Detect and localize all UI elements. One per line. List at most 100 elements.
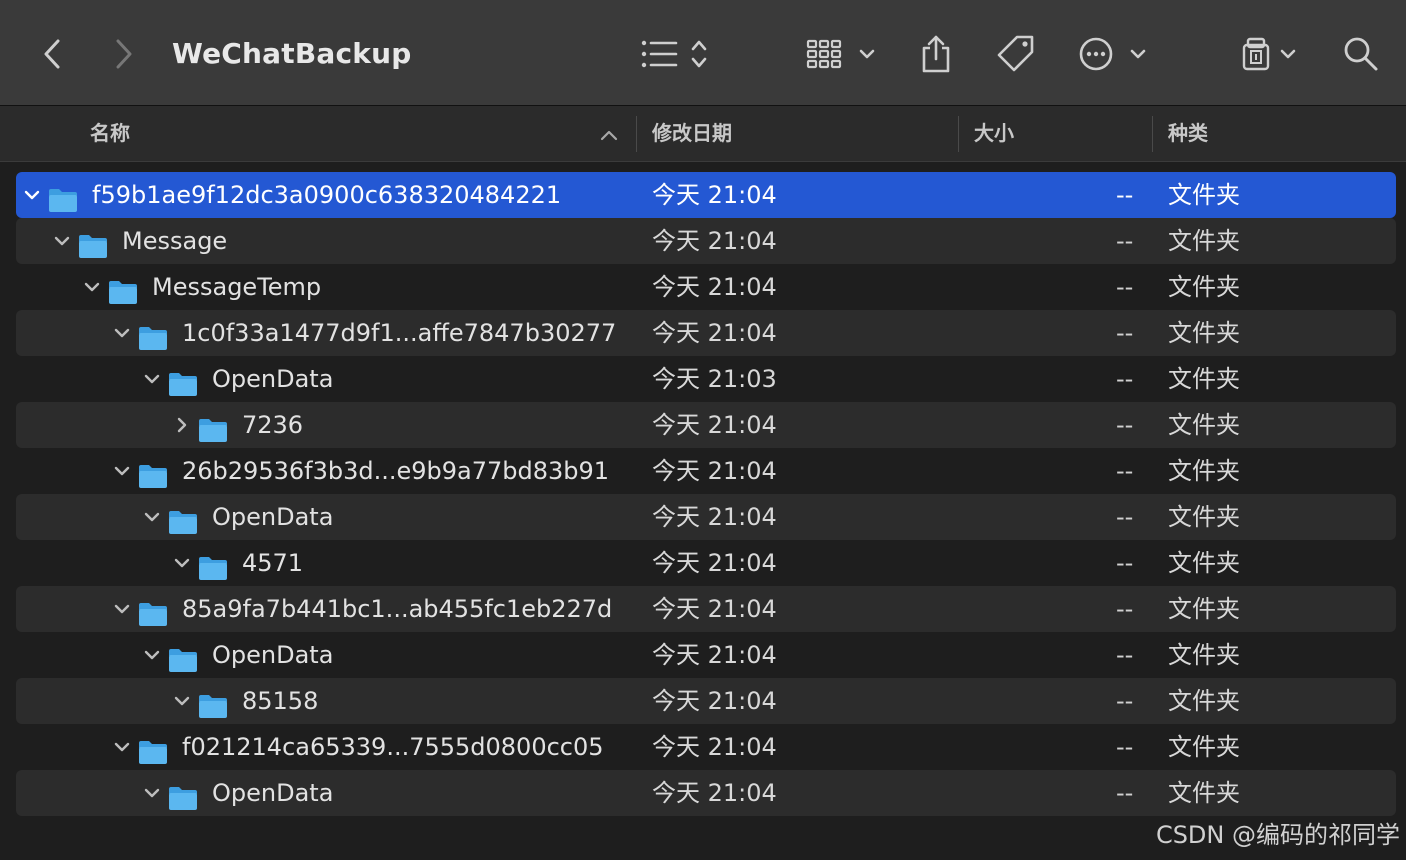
chevron-left-icon (44, 39, 60, 69)
file-kind: 文件夹 (1168, 595, 1240, 623)
disclosure-collapsed-icon[interactable] (172, 402, 192, 448)
column-kind-header[interactable]: 种类 (1168, 106, 1208, 162)
share-icon (922, 35, 950, 73)
folder-icon (198, 688, 228, 718)
table-row[interactable]: 7236 今天 21:04 -- 文件夹 (16, 402, 1396, 448)
disclosure-expanded-icon[interactable] (142, 356, 162, 402)
disclosure-expanded-icon[interactable] (142, 632, 162, 678)
disclosure-expanded-icon[interactable] (172, 678, 192, 724)
file-size: -- (1116, 319, 1134, 347)
forward-button[interactable] (106, 26, 142, 82)
modified-date: 今天 21:04 (652, 595, 777, 623)
share-button[interactable] (912, 26, 960, 82)
modified-date: 今天 21:04 (652, 641, 777, 669)
file-kind: 文件夹 (1168, 733, 1240, 761)
disclosure-expanded-icon[interactable] (142, 770, 162, 816)
file-name: 1c0f33a1477d9f1...affe7847b30277 (182, 319, 617, 347)
file-name: f59b1ae9f12dc3a0900c638320484221 (92, 181, 562, 209)
table-row[interactable]: Message 今天 21:04 -- 文件夹 (16, 218, 1396, 264)
folder-icon (138, 320, 168, 350)
disclosure-expanded-icon[interactable] (52, 218, 72, 264)
watermark: CSDN @编码的祁同学 (1155, 821, 1400, 849)
sort-ascending-icon[interactable] (600, 124, 618, 144)
folder-icon (168, 366, 198, 396)
table-row[interactable]: f59b1ae9f12dc3a0900c638320484221 今天 21:04… (16, 172, 1396, 218)
folder-icon (48, 182, 78, 212)
table-row[interactable]: OpenData 今天 21:04 -- 文件夹 (16, 770, 1396, 816)
modified-date: 今天 21:04 (652, 457, 777, 485)
table-row[interactable]: MessageTemp 今天 21:04 -- 文件夹 (16, 264, 1396, 310)
drive-button[interactable] (1236, 26, 1302, 82)
file-kind: 文件夹 (1168, 641, 1240, 669)
file-size: -- (1116, 457, 1134, 485)
table-row[interactable]: 26b29536f3b3d...e9b9a77bd83b91 今天 21:04 --… (16, 448, 1396, 494)
table-row[interactable]: 85a9fa7b441bc1...ab455fc1eb227d 今天 21:04 -… (16, 586, 1396, 632)
folder-icon (138, 458, 168, 488)
file-name: OpenData (212, 779, 334, 807)
table-row[interactable]: OpenData 今天 21:04 -- 文件夹 (16, 632, 1396, 678)
folder-icon (198, 550, 228, 580)
disclosure-expanded-icon[interactable] (82, 264, 102, 310)
column-divider[interactable] (1152, 116, 1153, 152)
table-row[interactable]: 85158 今天 21:04 -- 文件夹 (16, 678, 1396, 724)
tag-button[interactable] (990, 26, 1042, 82)
search-button[interactable] (1336, 26, 1386, 82)
column-name-header[interactable]: 名称 (90, 106, 130, 162)
disclosure-expanded-icon[interactable] (112, 448, 132, 494)
file-name: 85158 (242, 687, 319, 715)
modified-date: 今天 21:04 (652, 411, 777, 439)
file-kind: 文件夹 (1168, 227, 1240, 255)
file-name: Message (122, 227, 228, 255)
folder-icon (198, 412, 228, 442)
back-button[interactable] (34, 26, 70, 82)
file-size: -- (1116, 733, 1134, 761)
file-list: f59b1ae9f12dc3a0900c638320484221 今天 21:04… (16, 172, 1396, 816)
file-kind: 文件夹 (1168, 457, 1240, 485)
column-date-header[interactable]: 修改日期 (652, 106, 732, 162)
file-kind: 文件夹 (1168, 779, 1240, 807)
disclosure-expanded-icon[interactable] (112, 310, 132, 356)
file-size: -- (1116, 549, 1134, 577)
grid-view-icon (806, 39, 875, 69)
table-row[interactable]: f021214ca65339...7555d0800cc05 今天 21:04 --… (16, 724, 1396, 770)
file-size: -- (1116, 503, 1134, 531)
modified-date: 今天 21:04 (652, 227, 777, 255)
modified-date: 今天 21:04 (652, 181, 777, 209)
file-name: MessageTemp (152, 273, 322, 301)
column-divider[interactable] (958, 116, 959, 152)
file-size: -- (1116, 273, 1134, 301)
file-kind: 文件夹 (1168, 503, 1240, 531)
file-name: 4571 (242, 549, 304, 577)
column-divider[interactable] (636, 116, 637, 152)
folder-icon (78, 228, 108, 258)
drive-icon (1242, 37, 1296, 71)
group-view-button[interactable] (800, 26, 884, 82)
folder-icon (108, 274, 138, 304)
modified-date: 今天 21:04 (652, 503, 777, 531)
modified-date: 今天 21:04 (652, 319, 777, 347)
table-row[interactable]: 4571 今天 21:04 -- 文件夹 (16, 540, 1396, 586)
table-row[interactable]: 1c0f33a1477d9f1...affe7847b30277 今天 21:04… (16, 310, 1396, 356)
table-row[interactable]: OpenData 今天 21:04 -- 文件夹 (16, 494, 1396, 540)
disclosure-expanded-icon[interactable] (112, 724, 132, 770)
folder-icon (138, 596, 168, 626)
more-actions-button[interactable] (1076, 26, 1152, 82)
disclosure-expanded-icon[interactable] (172, 540, 192, 586)
disclosure-expanded-icon[interactable] (142, 494, 162, 540)
file-kind: 文件夹 (1168, 411, 1240, 439)
file-name: OpenData (212, 503, 334, 531)
disclosure-expanded-icon[interactable] (112, 586, 132, 632)
modified-date: 今天 21:03 (652, 365, 777, 393)
folder-icon (138, 734, 168, 764)
file-size: -- (1116, 411, 1134, 439)
file-name: 85a9fa7b441bc1...ab455fc1eb227d (182, 595, 613, 623)
file-name: OpenData (212, 365, 334, 393)
column-size-header[interactable]: 大小 (974, 106, 1014, 162)
file-kind: 文件夹 (1168, 549, 1240, 577)
file-name: 26b29536f3b3d...e9b9a77bd83b91 (182, 457, 610, 485)
table-row[interactable]: OpenData 今天 21:03 -- 文件夹 (16, 356, 1396, 402)
disclosure-expanded-icon[interactable] (22, 172, 42, 218)
list-view-button[interactable] (636, 26, 716, 82)
file-kind: 文件夹 (1168, 273, 1240, 301)
file-size: -- (1116, 687, 1134, 715)
